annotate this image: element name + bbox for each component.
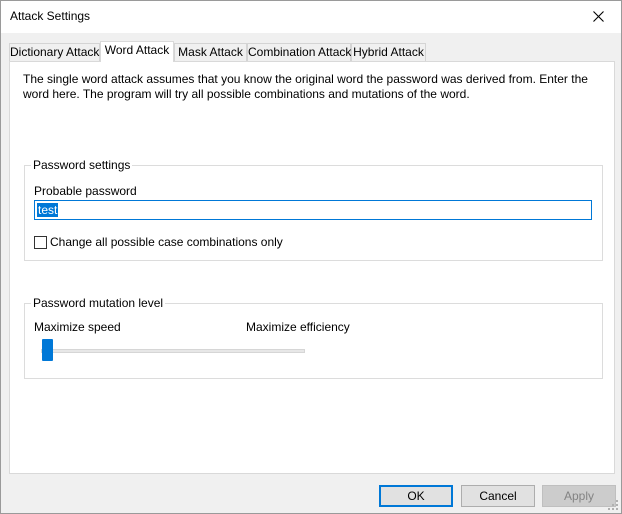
- password-settings-title: Password settings: [31, 158, 133, 172]
- ok-button[interactable]: OK: [379, 485, 453, 507]
- tab-hybrid-attack[interactable]: Hybrid Attack: [351, 43, 426, 61]
- word-attack-panel: The single word attack assumes that you …: [9, 61, 615, 474]
- mutation-slider-track[interactable]: [41, 349, 305, 353]
- cancel-button[interactable]: Cancel: [461, 485, 535, 507]
- probable-password-value: test: [37, 203, 59, 217]
- resize-grip-icon[interactable]: [608, 500, 618, 510]
- apply-button[interactable]: Apply: [542, 485, 616, 507]
- tab-mask-attack[interactable]: Mask Attack: [174, 43, 247, 61]
- mutation-slider-thumb[interactable]: [42, 339, 53, 361]
- probable-password-input[interactable]: test: [34, 200, 592, 220]
- case-combinations-label: Change all possible case combinations on…: [50, 235, 283, 249]
- tab-dictionary-attack[interactable]: Dictionary Attack: [9, 43, 100, 61]
- password-settings-group: Password settings Probable password test…: [24, 158, 603, 261]
- mutation-level-group: Password mutation level Maximize speed M…: [24, 296, 603, 379]
- title-bar: Attack Settings: [1, 1, 621, 33]
- maximize-efficiency-label: Maximize efficiency: [246, 320, 350, 334]
- mutation-level-title: Password mutation level: [31, 296, 166, 310]
- tab-word-attack[interactable]: Word Attack: [100, 41, 174, 62]
- probable-password-label: Probable password: [34, 184, 137, 198]
- attack-settings-window: Attack Settings Dictionary Attack Word A…: [0, 0, 622, 514]
- case-combinations-checkbox[interactable]: [34, 236, 47, 249]
- maximize-speed-label: Maximize speed: [34, 320, 121, 334]
- description-text: The single word attack assumes that you …: [23, 72, 588, 101]
- window-title: Attack Settings: [10, 9, 91, 23]
- tab-combination-attack[interactable]: Combination Attack: [247, 43, 351, 61]
- close-icon[interactable]: [575, 1, 621, 32]
